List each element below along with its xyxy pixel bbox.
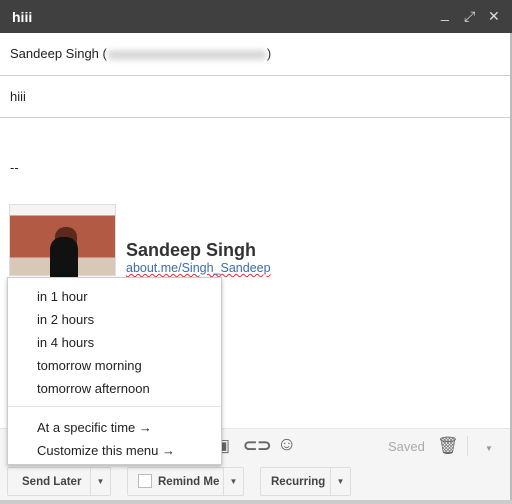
menu-item-4-hours[interactable]: in 4 hours: [37, 335, 94, 350]
link-icon[interactable]: ⊂⊃: [243, 436, 272, 456]
signature-name: Sandeep Singh: [126, 240, 257, 260]
window-titlebar: hiii: [0, 0, 512, 33]
menu-item-2-hours[interactable]: in 2 hours: [37, 312, 94, 327]
menu-divider: [8, 406, 221, 407]
trash-icon[interactable]: 🗑: [437, 436, 459, 456]
window-bottom-border: [0, 500, 512, 504]
remind-me-checkbox[interactable]: [138, 474, 152, 488]
minimize-icon[interactable]: _: [441, 5, 449, 21]
remind-me-button[interactable]: Remind Me ▼: [127, 467, 244, 496]
signature-link[interactable]: about.me/Singh_Sandeep: [126, 261, 271, 275]
emoji-icon[interactable]: ☺: [277, 434, 296, 456]
more-options-icon[interactable]: ▼: [485, 444, 493, 453]
send-later-dropdown-icon[interactable]: ▼: [90, 468, 110, 495]
recipient-email-blurred: [106, 49, 267, 60]
saved-status: Saved: [388, 439, 425, 454]
send-later-menu: in 1 hour in 2 hours in 4 hours tomorrow…: [7, 277, 222, 465]
subject-field[interactable]: hiii: [0, 76, 510, 118]
menu-item-specific-time[interactable]: At a specific time →: [37, 420, 152, 435]
send-later-button[interactable]: Send Later ▼: [7, 467, 111, 496]
expand-icon[interactable]: ⤢: [464, 8, 475, 25]
signature-separator: --: [10, 160, 19, 175]
window-title: hiii: [12, 9, 33, 25]
recurring-button[interactable]: Recurring ▼: [260, 467, 351, 496]
remind-me-dropdown-icon[interactable]: ▼: [223, 468, 243, 495]
signature-photo: [9, 204, 116, 277]
menu-item-1-hour[interactable]: in 1 hour: [37, 289, 88, 304]
recurring-dropdown-icon[interactable]: ▼: [330, 468, 350, 495]
toolbar-divider: [467, 436, 468, 456]
recipients-field[interactable]: Sandeep Singh (): [0, 33, 510, 76]
menu-item-customize[interactable]: Customize this menu →: [37, 443, 175, 458]
menu-item-tomorrow-afternoon[interactable]: tomorrow afternoon: [37, 381, 150, 396]
recipient-name: Sandeep Singh: [10, 46, 99, 61]
menu-item-tomorrow-morning[interactable]: tomorrow morning: [37, 358, 142, 373]
close-icon[interactable]: ✕: [488, 8, 500, 25]
